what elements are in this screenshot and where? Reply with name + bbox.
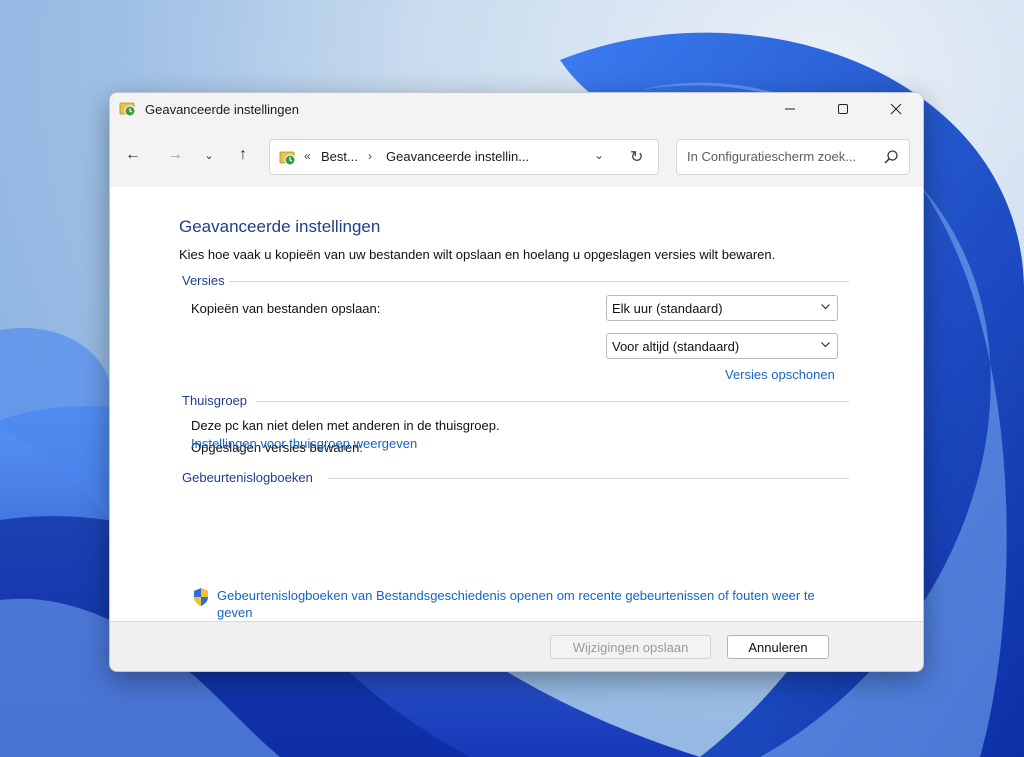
page-description: Kies hoe vaak u kopieën van uw bestanden…: [179, 247, 776, 262]
arrow-left-icon: ←: [125, 146, 141, 163]
group-label-eventlogs: Gebeurtenislogboeken: [182, 470, 313, 485]
advanced-settings-window: Geavanceerde instellingen ← → ⌄ ↑ « Best…: [109, 92, 924, 672]
search-box[interactable]: In Configuratiescherm zoek...: [676, 139, 910, 175]
group-divider: [229, 281, 849, 282]
cleanup-versions-link[interactable]: Versies opschonen: [725, 367, 835, 382]
uac-shield-icon: [194, 588, 208, 606]
maximize-icon: [838, 104, 848, 114]
group-divider: [328, 478, 849, 479]
maximize-button[interactable]: [820, 93, 866, 125]
chevron-down-icon: [821, 342, 830, 348]
keep-versions-select[interactable]: Voor altijd (standaard): [606, 333, 838, 359]
save-changes-button[interactable]: Wijzigingen opslaan: [550, 635, 711, 659]
file-history-icon: [119, 102, 136, 117]
close-button[interactable]: [873, 93, 919, 125]
up-button[interactable]: ↑: [230, 142, 256, 168]
close-icon: [890, 103, 902, 115]
forward-button[interactable]: →: [162, 142, 188, 168]
breadcrumb-item[interactable]: Geavanceerde instellin...: [386, 149, 529, 164]
overflow-chevron-icon[interactable]: «: [304, 149, 311, 163]
dialog-footer: Wijzigingen opslaan Annuleren: [110, 621, 923, 671]
homegroup-settings-link[interactable]: Instellingen voor thuisgroep weergeven: [191, 436, 417, 451]
select-value: Elk uur (standaard): [612, 301, 723, 316]
address-bar[interactable]: « Best... › Geavanceerde instellin... ⌄ …: [269, 139, 659, 175]
chevron-down-icon: ⌄: [204, 149, 214, 162]
refresh-icon[interactable]: ↻: [630, 147, 643, 167]
title-bar[interactable]: Geavanceerde instellingen: [110, 93, 923, 125]
back-button[interactable]: ←: [120, 142, 146, 168]
cancel-button[interactable]: Annuleren: [727, 635, 829, 659]
settings-content: Geavanceerde instellingen Kies hoe vaak …: [110, 187, 923, 621]
group-label-homegroup: Thuisgroep: [182, 393, 248, 408]
group-divider: [256, 401, 849, 402]
recent-locations-button[interactable]: ⌄: [196, 142, 222, 168]
navigation-bar: ← → ⌄ ↑ « Best... › Geavanceerde instell…: [110, 125, 923, 187]
window-title: Geavanceerde instellingen: [145, 102, 299, 117]
select-value: Voor altijd (standaard): [612, 339, 740, 354]
open-event-logs-link[interactable]: Gebeurtenislogboeken van Bestandsgeschie…: [217, 587, 847, 621]
copies-frequency-select[interactable]: Elk uur (standaard): [606, 295, 838, 321]
breadcrumb-item[interactable]: Best...: [321, 149, 358, 164]
search-icon[interactable]: [883, 149, 899, 165]
minimize-button[interactable]: [767, 93, 813, 125]
file-history-icon: [279, 151, 296, 166]
chevron-down-icon: [821, 304, 830, 310]
breadcrumb-separator-icon: ›: [368, 149, 372, 163]
address-dropdown-icon[interactable]: ⌄: [594, 148, 604, 162]
arrow-up-icon: ↑: [239, 146, 247, 163]
homegroup-status-text: Deze pc kan niet delen met anderen in de…: [191, 418, 500, 433]
group-label-versions: Versies: [182, 273, 225, 288]
page-title: Geavanceerde instellingen: [179, 217, 381, 236]
minimize-icon: [785, 108, 795, 110]
search-input[interactable]: In Configuratiescherm zoek...: [687, 149, 856, 164]
copies-label: Kopieën van bestanden opslaan:: [191, 301, 381, 316]
arrow-right-icon: →: [167, 146, 183, 163]
